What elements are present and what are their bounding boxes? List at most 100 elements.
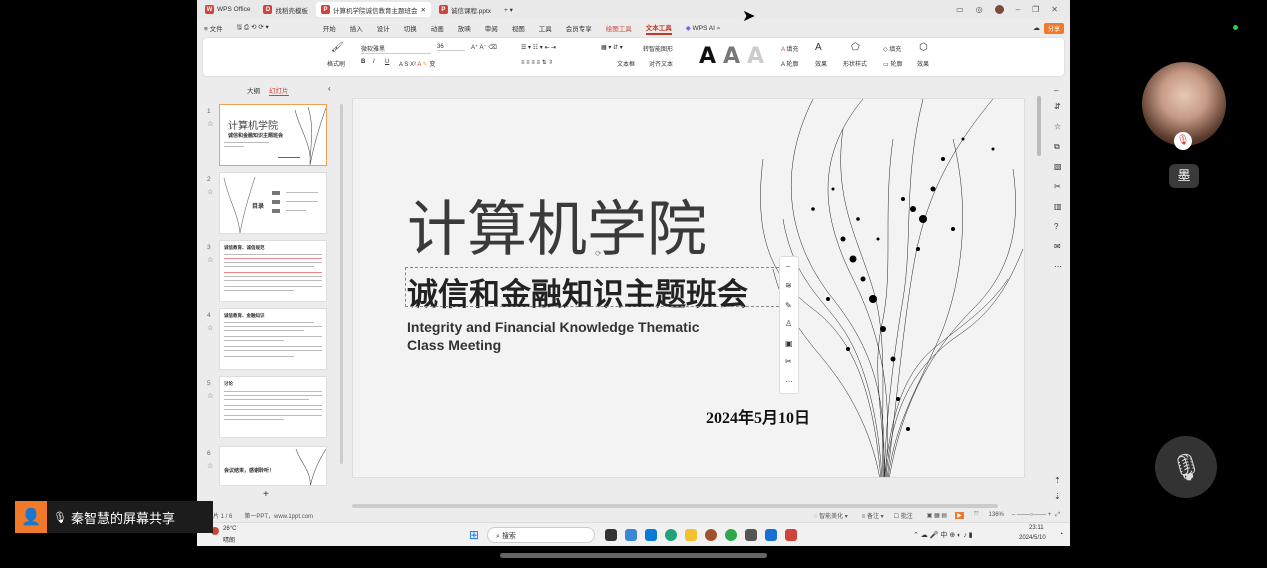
star-icon[interactable]: ☆ <box>207 256 213 264</box>
scroll-up-icon[interactable]: ⇡ <box>1054 476 1061 485</box>
zoom-slider[interactable]: – ───○─── + <box>1012 512 1051 518</box>
star-icon[interactable]: ☆ <box>207 120 213 128</box>
edge-icon[interactable] <box>665 529 677 541</box>
effect-label[interactable]: 效果 <box>815 59 827 68</box>
save-icon[interactable]: 🖫 ⎙ ⟲ ⟳ ▾ <box>237 23 269 34</box>
menu-slideshow[interactable]: 放映 <box>458 23 471 33</box>
align-text-button[interactable]: 对齐文本 <box>649 59 673 68</box>
shape-style-label[interactable]: 形状样式 <box>843 59 867 68</box>
thumbnail-scrollbar[interactable] <box>340 104 343 464</box>
more-icon[interactable]: … <box>785 375 793 384</box>
menu-text-tools[interactable]: 文本工具 <box>645 22 672 35</box>
share-button[interactable]: 分享 <box>1043 22 1064 34</box>
layout-icon[interactable]: ▭ <box>956 5 964 14</box>
clock-date[interactable]: 2024/5/10 <box>1019 535 1046 541</box>
taskbar-search[interactable]: ⌕ 搜索 <box>487 527 595 543</box>
menu-animation[interactable]: 动画 <box>431 23 444 33</box>
task-view-icon[interactable] <box>605 529 617 541</box>
shape-fill-button[interactable]: ◇ 填充 <box>883 44 901 53</box>
book-icon[interactable]: ▥ <box>1054 202 1062 211</box>
columns-icon[interactable]: ▦ ▾ ⇵ ▾ <box>601 44 623 51</box>
tencent-meeting-icon[interactable] <box>765 529 777 541</box>
effect-icon[interactable]: A <box>815 42 822 53</box>
format-painter-label[interactable]: 格式刷 <box>327 59 345 68</box>
crop-icon[interactable]: ▣ <box>785 339 793 348</box>
text-effects-icon[interactable]: A S X² A ✎ 变 <box>399 59 435 68</box>
file-explorer-icon[interactable] <box>685 529 697 541</box>
slide-scrollbar[interactable] <box>1037 96 1041 156</box>
text-style-preset-1[interactable]: A <box>699 44 716 69</box>
minimize-icon[interactable]: – <box>1016 5 1020 14</box>
scroll-down-icon[interactable]: ⇣ <box>1054 492 1061 501</box>
mute-mic-button[interactable]: 🎙 <box>1155 436 1217 498</box>
file-menu[interactable]: ≡ 文件 <box>204 23 223 33</box>
fill-label[interactable]: 填充 <box>786 47 798 53</box>
menu-transition[interactable]: 切换 <box>404 23 417 33</box>
tab-templates[interactable]: D 找稻壳模板 <box>258 2 313 17</box>
shape-style-icon[interactable]: ⬠ <box>851 42 860 53</box>
cloud-icon[interactable]: ☁ <box>1033 24 1040 32</box>
progress-bar[interactable] <box>500 553 767 558</box>
font-grow-icon[interactable]: A⁺ A⁻ ⌫ <box>471 44 497 51</box>
format-painter-icon[interactable]: 🖌 <box>331 42 344 53</box>
menu-view[interactable]: 视图 <box>512 23 525 33</box>
thumbnail-slide-3[interactable]: 诚信教育、诚信规范 <box>219 240 327 302</box>
notification-icon[interactable]: ◔ <box>1059 531 1063 538</box>
star-icon[interactable]: ☆ <box>207 188 213 196</box>
tab-slides[interactable]: 幻灯片 <box>269 85 289 96</box>
slide-canvas[interactable]: 计算机学院 诚信和金融知识主题班会 Integrity and Financia… <box>352 98 1025 478</box>
avatar[interactable] <box>994 5 1004 14</box>
list-icon[interactable]: ☰ ▾ ☷ ▾ ⇤ ⇥ <box>521 44 556 51</box>
play-button[interactable]: ▶ <box>955 511 964 519</box>
beautify-button[interactable]: ◌ 智能美化 ▾ <box>814 511 848 520</box>
collapse-icon[interactable]: ‹ <box>328 84 331 93</box>
shape-effect-icon[interactable]: ⬡ <box>919 42 928 53</box>
weather-temp[interactable]: 26°C <box>223 526 236 532</box>
skin-icon[interactable]: ◎ <box>976 5 983 14</box>
thumbnail-slide-6[interactable]: 会议结束，感谢聆听！ <box>219 446 327 486</box>
maximize-icon[interactable]: ❐ <box>1032 5 1039 14</box>
layers-icon[interactable]: ≋ <box>785 281 792 290</box>
underline-button[interactable]: U <box>385 59 389 65</box>
system-tray-icons[interactable]: ⌃ ☁ 🎤 中 ⊕ ◐ ♪ ▮ <box>913 530 973 540</box>
image-icon[interactable]: ▧ <box>1054 162 1062 171</box>
font-family-select[interactable]: 微软雅黑 <box>361 44 431 54</box>
clock-time[interactable]: 23:11 <box>1029 525 1044 531</box>
style-icon[interactable]: ♙ <box>785 319 792 328</box>
menu-insert[interactable]: 插入 <box>350 23 363 33</box>
text-style-preset-2[interactable]: A <box>723 44 740 69</box>
thumbnail-slide-4[interactable]: 诚信教育、金融知识 <box>219 308 327 370</box>
collapse-icon[interactable]: – <box>786 263 790 270</box>
menu-design[interactable]: 设计 <box>377 23 390 33</box>
slide-english-line-2[interactable]: Class Meeting <box>407 337 501 353</box>
italic-button[interactable]: I <box>373 59 375 65</box>
menu-member[interactable]: 会员专享 <box>566 23 592 33</box>
outline-label[interactable]: 轮廓 <box>786 62 798 68</box>
fullscreen-icon[interactable]: ⤢ <box>1055 512 1060 519</box>
menu-drawing-tools[interactable]: 绘图工具 <box>606 23 632 33</box>
align-icon[interactable]: ≡ ≡ ≡ ≡ ⇅ ⇳ <box>521 59 553 66</box>
shape-outline-button[interactable]: ▭ 轮廓 <box>883 59 902 68</box>
font-size-select[interactable]: 36 <box>437 44 465 51</box>
view-mode-icon[interactable]: ▣ ▦ ▤ <box>927 512 947 519</box>
bold-button[interactable]: B <box>361 59 365 65</box>
wps-taskbar-icon[interactable] <box>785 529 797 541</box>
menu-wps-ai[interactable]: ◆ WPS AI ⌕ <box>686 24 721 33</box>
pen-icon[interactable]: ✎ <box>785 301 792 310</box>
tab-current-doc[interactable]: P 计算机学院诚信教育主题班会 ✕ <box>315 2 431 17</box>
add-slide-button[interactable]: + <box>263 489 269 500</box>
windows-start-icon[interactable]: ⊞ <box>469 528 479 542</box>
menu-tools[interactable]: 工具 <box>539 23 552 33</box>
mail-icon[interactable]: ✉ <box>1054 242 1061 251</box>
slide-title[interactable]: 计算机学院 <box>407 181 707 268</box>
adjust-icon[interactable]: ⇵ <box>1054 102 1061 111</box>
tool-icon[interactable]: ✂ <box>1054 182 1061 191</box>
search-icon[interactable]: ⌕ <box>717 25 721 32</box>
thumbnail-slide-5[interactable]: 讨论 <box>219 376 327 438</box>
menu-review[interactable]: 审阅 <box>485 23 498 33</box>
star-icon[interactable]: ☆ <box>1054 122 1061 131</box>
tab-wps-office[interactable]: W WPS Office <box>200 2 255 17</box>
fit-icon[interactable]: ⤧ <box>974 512 979 519</box>
widgets-icon[interactable] <box>625 529 637 541</box>
text-style-preset-3[interactable]: A <box>747 44 764 69</box>
